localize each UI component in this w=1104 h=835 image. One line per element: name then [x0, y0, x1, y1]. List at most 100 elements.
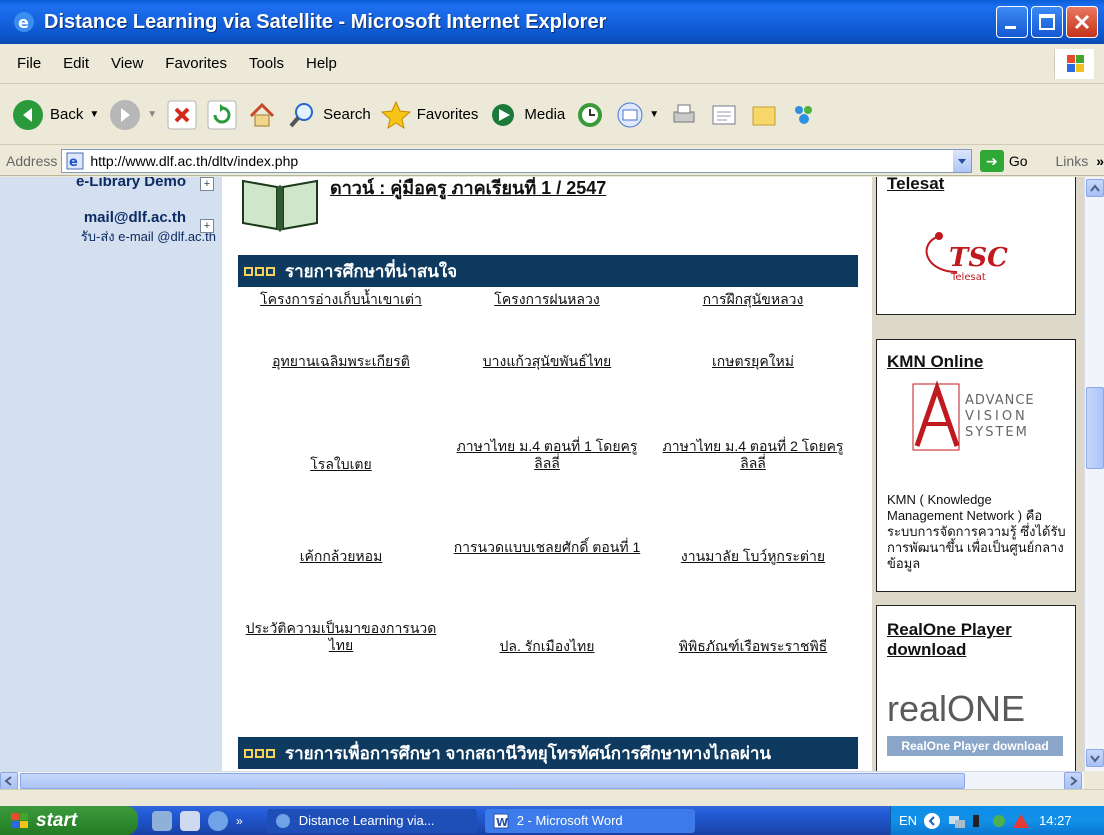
- links-toolbar[interactable]: Links: [1056, 153, 1089, 169]
- bullet-icon: [244, 748, 253, 758]
- stop-button[interactable]: [167, 100, 197, 130]
- program-link[interactable]: อุทยานเฉลิมพระเกียรติ: [238, 353, 444, 370]
- back-dropdown-icon[interactable]: ▼: [89, 109, 99, 120]
- maximize-button[interactable]: [1031, 6, 1063, 38]
- program-link[interactable]: โครงการอ่างเก็บน้ำเขาเต่า: [238, 291, 444, 308]
- section-title: รายการเพื่อการศึกษา จากสถานีวิทยุโทรทัศน…: [285, 743, 772, 763]
- scroll-left-arrow-icon[interactable]: [0, 772, 18, 790]
- avs-line: SYSTEM: [965, 425, 1029, 440]
- media-icon: [492, 103, 515, 126]
- scroll-up-arrow-icon[interactable]: [1086, 179, 1104, 197]
- program-links-grid: โครงการอ่างเก็บน้ำเขาเต่า โครงการฝนหลวง …: [238, 291, 858, 681]
- program-link[interactable]: ปล. รักเมืองไทย: [444, 620, 650, 655]
- toolbar: Back ▼ ▼ Search Favorites Media ▼: [0, 85, 1104, 145]
- program-link[interactable]: บางแก้วสุนัขพันธ์ไทย: [444, 353, 650, 370]
- system-tray: EN 14:27: [890, 806, 1104, 835]
- kmn-box: KMN Online ADVANCE VISION SYSTEM KMN ( K…: [876, 339, 1076, 592]
- telesat-link[interactable]: Telesat: [877, 177, 1075, 194]
- vertical-scrollbar[interactable]: [1084, 177, 1104, 771]
- language-indicator[interactable]: EN: [899, 813, 917, 828]
- scroll-right-arrow-icon[interactable]: [1064, 772, 1082, 790]
- quick-launch-icon[interactable]: [180, 810, 200, 831]
- kmn-link[interactable]: KMN Online: [877, 340, 1075, 372]
- edit-button[interactable]: [709, 100, 739, 130]
- nav-item-mail[interactable]: mail@dlf.ac.th รับ-ส่ง e-mail @dlf.ac.th: [0, 209, 222, 247]
- mail-dropdown-icon[interactable]: ▼: [649, 109, 659, 120]
- tray-expand-icon[interactable]: [923, 812, 941, 830]
- menu-help[interactable]: Help: [295, 55, 348, 72]
- search-icon: [289, 102, 314, 127]
- mail-button[interactable]: ▼: [615, 100, 659, 130]
- realone-logo[interactable]: realONE: [887, 688, 1075, 730]
- network-icon[interactable]: [947, 812, 967, 830]
- telesat-logo-sub: Telesat: [950, 272, 986, 283]
- program-link[interactable]: งานมาลัย โบว์หูกระต่าย: [650, 530, 856, 565]
- program-link[interactable]: ประวัติความเป็นมาของการนวดไทย: [238, 620, 444, 654]
- home-button[interactable]: [247, 100, 277, 130]
- history-button[interactable]: [575, 100, 605, 130]
- favorites-button[interactable]: Favorites: [380, 100, 478, 130]
- realone-link[interactable]: RealOne Player download: [877, 606, 1075, 660]
- forward-button[interactable]: ▼: [109, 99, 157, 131]
- maximize-icon: [1039, 14, 1055, 30]
- program-link[interactable]: โครงการฝนหลวง: [444, 291, 650, 308]
- program-link[interactable]: โรลใบเตย: [238, 438, 444, 473]
- go-button[interactable]: ➔ Go: [979, 149, 1028, 172]
- search-button[interactable]: Search: [287, 100, 371, 130]
- discuss-button[interactable]: [749, 100, 779, 130]
- address-label: Address: [6, 152, 58, 169]
- expand-icon[interactable]: +: [200, 177, 214, 191]
- horizontal-scroll-thumb[interactable]: [20, 773, 965, 789]
- nav-item-elibrary[interactable]: e-Library Demo: [0, 177, 222, 190]
- telesat-logo[interactable]: TSC Telesat: [877, 194, 1077, 294]
- program-link[interactable]: เค้กกล้วยหอม: [238, 530, 444, 565]
- taskbar-item-label: Distance Learning via...: [298, 813, 435, 828]
- minimize-button[interactable]: [996, 6, 1028, 38]
- taskbar-item-ie[interactable]: Distance Learning via...: [266, 808, 477, 833]
- vertical-scroll-thumb[interactable]: [1086, 387, 1104, 469]
- program-link[interactable]: เกษตรยุคใหม่: [650, 353, 856, 370]
- program-link[interactable]: ภาษาไทย ม.4 ตอนที่ 2 โดยครูลิลลี่: [650, 438, 856, 472]
- tray-app-icon[interactable]: [989, 812, 1009, 830]
- close-button[interactable]: [1066, 6, 1098, 38]
- bullet-icon: [266, 748, 275, 758]
- print-button[interactable]: [669, 100, 699, 130]
- advance-vision-system-logo[interactable]: ADVANCE VISION SYSTEM: [877, 376, 1077, 460]
- program-link[interactable]: ภาษาไทย ม.4 ตอนที่ 1 โดยครูลิลลี่: [444, 438, 650, 472]
- horizontal-scrollbar[interactable]: [0, 771, 1084, 790]
- security-alert-icon[interactable]: [1011, 812, 1031, 830]
- taskbar-item-word[interactable]: W 2 - Microsoft Word: [484, 808, 695, 833]
- menu-file[interactable]: File: [6, 55, 52, 72]
- expand-icon[interactable]: +: [200, 219, 214, 233]
- address-url: http://www.dlf.ac.th/dltv/index.php: [90, 152, 299, 169]
- windows-flag-icon: [1054, 49, 1094, 79]
- refresh-icon: [207, 100, 237, 129]
- right-column: Telesat TSC Telesat KMN Online ADVANCE V…: [872, 177, 1084, 771]
- realone-download-button[interactable]: RealOne Player download: [887, 736, 1063, 756]
- links-chevron-icon[interactable]: »: [1096, 153, 1104, 169]
- media-button[interactable]: Media: [488, 100, 565, 130]
- program-link[interactable]: การฝึกสุนัขหลวง: [650, 291, 856, 308]
- scroll-down-arrow-icon[interactable]: [1086, 749, 1104, 767]
- messenger-button[interactable]: [789, 100, 819, 130]
- menu-view[interactable]: View: [100, 55, 154, 72]
- address-dropdown-icon[interactable]: [952, 149, 971, 172]
- back-button[interactable]: Back ▼: [12, 99, 99, 131]
- program-link[interactable]: พิพิธภัณฑ์เรือพระราชพิธี: [650, 620, 856, 655]
- download-manual-link[interactable]: ดาวน์ : คู่มือครู ภาคเรียนที่ 1 / 2547: [330, 177, 606, 202]
- menu-tools[interactable]: Tools: [238, 55, 295, 72]
- window-title: Distance Learning via Satellite - Micros…: [44, 10, 607, 33]
- program-link[interactable]: การนวดแบบเชลยศักดิ์ ตอนที่ 1: [444, 539, 650, 556]
- volume-icon[interactable]: [971, 812, 981, 830]
- menu-edit[interactable]: Edit: [52, 55, 100, 72]
- menu-bar: File Edit View Favorites Tools Help: [0, 44, 1104, 84]
- quick-launch-chevron-icon[interactable]: »: [236, 814, 243, 828]
- address-input[interactable]: e http://www.dlf.ac.th/dltv/index.php: [61, 148, 972, 173]
- search-label: Search: [323, 106, 371, 123]
- start-button[interactable]: start: [0, 806, 138, 835]
- telesat-box: Telesat TSC Telesat: [876, 177, 1076, 315]
- ie-quick-launch-icon[interactable]: [208, 810, 228, 831]
- refresh-button[interactable]: [207, 100, 237, 130]
- quick-launch-icon[interactable]: [152, 810, 172, 831]
- menu-favorites[interactable]: Favorites: [154, 55, 238, 72]
